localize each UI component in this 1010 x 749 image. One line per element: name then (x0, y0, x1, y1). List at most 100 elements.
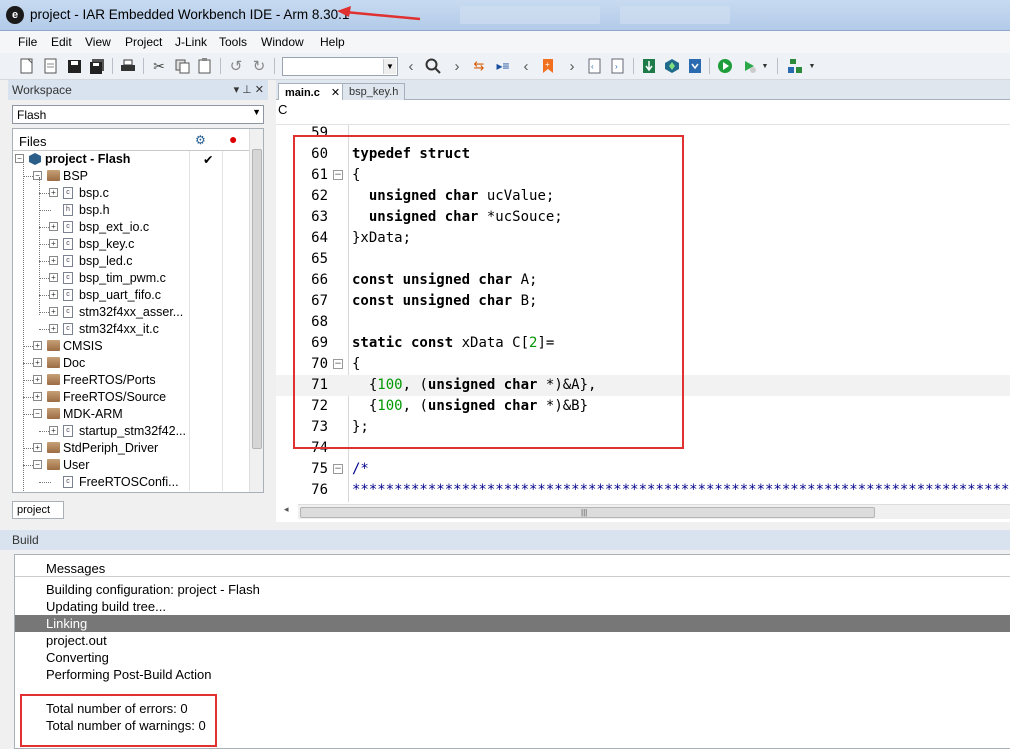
next-file-icon[interactable]: › (609, 57, 627, 75)
download-icon[interactable] (640, 57, 658, 75)
build-message-row[interactable]: Performing Post-Build Action (15, 666, 1010, 683)
configuration-select[interactable]: Flash ▼ (12, 105, 264, 124)
expand-toggle-icon[interactable]: + (33, 443, 42, 452)
menu-file[interactable]: File (18, 35, 37, 49)
build-message-row[interactable]: Converting (15, 649, 1010, 666)
expand-toggle-icon[interactable]: + (49, 307, 58, 316)
collapse-toggle-icon[interactable]: − (33, 460, 42, 469)
tree-folder[interactable]: − MDK-ARM (13, 406, 249, 423)
tree-file[interactable]: + c stm32f4xx_asser... (13, 304, 249, 321)
cut-icon[interactable]: ✂ (150, 57, 168, 75)
menu-jlink[interactable]: J-Link (175, 35, 207, 49)
build-message-row[interactable]: project.out (15, 632, 1010, 649)
expand-toggle-icon[interactable]: + (33, 375, 42, 384)
editor-scrollbar-thumb[interactable]: ||| (300, 507, 875, 518)
menu-edit[interactable]: Edit (51, 35, 72, 49)
redo-icon[interactable]: ↻ (250, 57, 268, 75)
tree-file[interactable]: + c bsp.c (13, 185, 249, 202)
tree-file[interactable]: + c bsp_led.c (13, 253, 249, 270)
expand-toggle-icon[interactable]: + (33, 392, 42, 401)
workspace-pin-close-icons[interactable]: ▾ ⊥ ✕ (234, 83, 264, 96)
tree-file[interactable]: + c bsp_uart_fifo.c (13, 287, 249, 304)
menu-bar: File Edit View Project J-Link Tools Wind… (0, 31, 1010, 53)
workspace-tab-project[interactable]: project (12, 501, 64, 519)
tree-file[interactable]: c FreeRTOSConfi... (13, 474, 249, 491)
tree-file[interactable]: + c stm32f4xx_it.c (13, 321, 249, 338)
chevron-left-icon[interactable]: ‹ (517, 57, 535, 75)
expand-toggle-icon[interactable]: + (49, 426, 58, 435)
find-combo-input[interactable]: ▼ (282, 57, 398, 76)
chevron-right-icon[interactable]: › (448, 57, 466, 75)
configure-icon[interactable] (786, 57, 804, 75)
build-message-row[interactable]: Linking (15, 615, 1010, 632)
scroll-left-icon[interactable]: ◂ (284, 504, 289, 515)
menu-view[interactable]: View (85, 35, 111, 49)
chevron-right-icon[interactable]: › (563, 57, 581, 75)
tree-folder[interactable]: + Doc (13, 355, 249, 372)
menu-window[interactable]: Window (261, 35, 304, 49)
compile-icon[interactable] (686, 57, 704, 75)
tree-file[interactable]: + c bsp_tim_pwm.c (13, 270, 249, 287)
make-icon[interactable] (663, 57, 681, 75)
tree-file[interactable]: + c bsp_ext_io.c (13, 219, 249, 236)
tree-file[interactable]: + c startup_stm32f42... (13, 423, 249, 440)
tree-folder[interactable]: − User (13, 457, 249, 474)
build-message-row[interactable]: Building configuration: project - Flash (15, 581, 1010, 598)
open-file-icon[interactable] (42, 57, 60, 75)
tree-item-label: FreeRTOSConfi... (79, 475, 179, 489)
workspace-scrollbar[interactable] (249, 129, 263, 492)
code-line[interactable]: 76 **************************************… (276, 480, 1010, 501)
expand-toggle-icon[interactable]: + (49, 188, 58, 197)
tree-file[interactable]: + c bsp_key.c (13, 236, 249, 253)
goto-line-icon[interactable]: ▸≡ (494, 57, 512, 75)
print-icon[interactable] (119, 57, 137, 75)
new-file-icon[interactable] (18, 57, 36, 75)
debug-run-icon[interactable] (716, 57, 734, 75)
fold-toggle-icon[interactable]: − (333, 464, 343, 474)
run-icon[interactable] (740, 57, 758, 75)
chevron-down-icon[interactable]: ▼ (252, 107, 261, 117)
tree-folder[interactable]: + StdPeriph_Driver (13, 440, 249, 457)
expand-toggle-icon[interactable]: + (49, 222, 58, 231)
expand-toggle-icon[interactable]: + (33, 358, 42, 367)
expand-toggle-icon[interactable]: + (49, 290, 58, 299)
chevron-left-icon[interactable]: ‹ (402, 57, 420, 75)
chevron-down-icon[interactable]: ▼ (761, 57, 769, 75)
collapse-toggle-icon[interactable]: − (33, 171, 42, 180)
expand-toggle-icon[interactable]: + (49, 239, 58, 248)
save-icon[interactable] (65, 57, 83, 75)
editor-horizontal-scrollbar[interactable]: ||| (298, 504, 1010, 519)
chevron-down-icon[interactable]: ▼ (808, 57, 816, 75)
expand-toggle-icon[interactable]: + (49, 324, 58, 333)
tab-main-c[interactable]: main.c ✕ (278, 83, 348, 100)
tree-folder[interactable]: + FreeRTOS/Source (13, 389, 249, 406)
tree-project[interactable]: − project - Flash ✔ (13, 151, 249, 168)
bookmark-icon[interactable]: + (539, 57, 557, 75)
menu-project[interactable]: Project (125, 35, 162, 49)
expand-toggle-icon[interactable]: + (33, 341, 42, 350)
menu-help[interactable]: Help (320, 35, 345, 49)
tree-file[interactable]: h bsp.h (13, 202, 249, 219)
build-message-row[interactable]: Updating build tree... (15, 598, 1010, 615)
expand-toggle-icon[interactable]: + (49, 256, 58, 265)
expand-toggle-icon[interactable]: + (49, 273, 58, 282)
collapse-toggle-icon[interactable]: − (33, 409, 42, 418)
prev-file-icon[interactable]: ‹ (586, 57, 604, 75)
gear-icon[interactable]: ⚙ (195, 133, 206, 147)
code-line[interactable]: 75−/* (276, 459, 1010, 480)
messages-column-header[interactable]: Messages (15, 555, 1010, 577)
paste-icon[interactable] (196, 57, 214, 75)
search-icon[interactable] (424, 57, 442, 75)
copy-icon[interactable] (173, 57, 191, 75)
chevron-down-icon[interactable]: ▼ (383, 59, 396, 74)
tree-folder[interactable]: + CMSIS (13, 338, 249, 355)
undo-icon[interactable]: ↺ (227, 57, 245, 75)
tree-folder[interactable]: − BSP (13, 168, 249, 185)
save-all-icon[interactable] (88, 57, 106, 75)
tab-bsp-key-h[interactable]: bsp_key.h (342, 83, 406, 100)
workspace-scrollbar-thumb[interactable] (252, 149, 262, 449)
replace-icon[interactable]: ⇆ (470, 57, 488, 75)
tree-folder[interactable]: + FreeRTOS/Ports (13, 372, 249, 389)
menu-tools[interactable]: Tools (219, 35, 247, 49)
close-icon[interactable]: ✕ (331, 87, 340, 99)
